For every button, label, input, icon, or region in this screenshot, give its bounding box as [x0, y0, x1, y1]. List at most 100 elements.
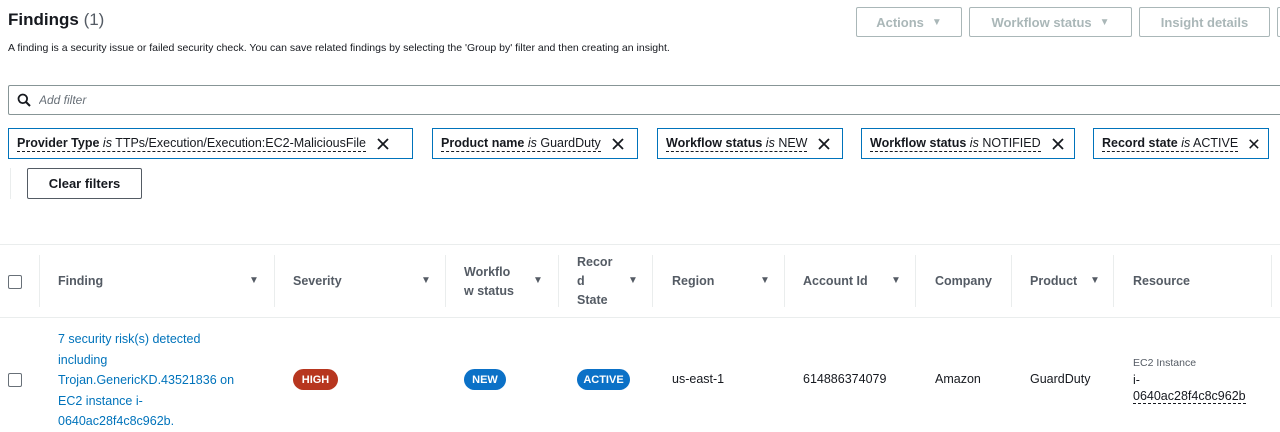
page-title-text: Findings [8, 10, 79, 29]
select-all-checkbox[interactable] [8, 275, 22, 289]
filter-operator: is [765, 135, 775, 150]
column-separator [1011, 255, 1012, 307]
close-icon[interactable] [817, 137, 831, 151]
column-header-line: Recor [577, 255, 613, 269]
column-separator [445, 255, 446, 307]
severity-badge: HIGH [293, 369, 338, 390]
add-filter-input[interactable] [39, 93, 439, 107]
sort-caret-icon[interactable]: ▼ [891, 275, 901, 286]
filter-value: ACTIVE [1193, 135, 1239, 150]
record-state-badge: ACTIVE [577, 369, 630, 390]
findings-count: (1) [83, 10, 105, 29]
filter-value: NEW [778, 135, 808, 150]
row-select-checkbox[interactable] [8, 373, 22, 387]
filter-value: NOTIFIED [982, 135, 1041, 150]
divider [10, 168, 11, 199]
column-header-workflow-status[interactable]: Workflo w status [464, 245, 514, 318]
filter-chip-workflow-new[interactable]: Workflow status is NEW [657, 128, 843, 159]
filter-chip-text: Record state is ACTIVE [1102, 135, 1239, 152]
region-cell: us-east-1 [672, 372, 725, 386]
finding-title-line: including [58, 352, 108, 367]
filter-field: Record state [1102, 135, 1178, 150]
column-separator [1271, 255, 1272, 307]
filter-field: Product name [441, 135, 525, 150]
resource-id-line: 0640ac28f4c8c962b [1133, 389, 1246, 404]
page-description: A finding is a security issue or failed … [8, 42, 670, 54]
table-header: Finding ▼ Severity ▼ Workflo w status ▼ R… [0, 245, 1280, 318]
filter-field: Workflow status [666, 135, 763, 150]
close-icon[interactable] [1248, 137, 1260, 151]
sort-caret-icon[interactable]: ▼ [249, 275, 259, 286]
finding-title-line: EC2 instance i- [58, 393, 143, 408]
column-header-label: Severity [293, 274, 342, 288]
resource-id-link[interactable]: i- 0640ac28f4c8c962b [1133, 372, 1246, 404]
filter-chip-record-state[interactable]: Record state is ACTIVE [1093, 128, 1269, 159]
column-header-finding[interactable]: Finding [58, 245, 103, 318]
finding-title-link[interactable]: 7 security risk(s) detected including Tr… [58, 329, 258, 432]
filter-value: TTPs/Execution/Execution:EC2-MaliciousFi… [115, 135, 366, 150]
page-header: Findings (1) [8, 10, 104, 30]
actions-button[interactable]: Actions ▼ [856, 7, 962, 37]
insight-details-button[interactable]: Insight details [1139, 7, 1270, 37]
close-icon[interactable] [1051, 137, 1065, 151]
filter-search-bar[interactable] [8, 85, 1280, 115]
column-header-label: Finding [58, 274, 104, 288]
filter-chip-text: Workflow status is NEW [666, 135, 808, 152]
column-header-company[interactable]: Company [935, 245, 992, 318]
filter-operator: is [102, 135, 112, 150]
sort-caret-icon[interactable]: ▼ [421, 275, 431, 286]
column-header-severity[interactable]: Severity [293, 245, 342, 318]
sort-caret-icon[interactable]: ▼ [760, 275, 770, 286]
product-cell: GuardDuty [1030, 372, 1091, 386]
column-separator [652, 255, 653, 307]
column-header-resource[interactable]: Resource [1133, 245, 1190, 318]
column-header-label: Region [672, 274, 715, 288]
workflow-status-badge: NEW [464, 369, 506, 390]
resource-id-line: i- [1133, 373, 1140, 387]
filter-chip-product-name[interactable]: Product name is GuardDuty [432, 128, 638, 159]
finding-title-line: 7 security risk(s) detected [58, 332, 201, 346]
filter-operator: is [1181, 135, 1191, 150]
column-header-line: Workflo [464, 264, 511, 279]
sort-caret-icon[interactable]: ▼ [533, 275, 543, 286]
filter-value: GuardDuty [540, 135, 601, 150]
company-cell: Amazon [935, 372, 981, 386]
filter-field: Workflow status [870, 135, 967, 150]
page-title: Findings (1) [8, 10, 104, 29]
sort-caret-icon[interactable]: ▼ [628, 275, 638, 286]
column-header-label: Resource [1133, 274, 1190, 288]
filter-field: Provider Type [17, 135, 100, 150]
filter-chip-provider-type[interactable]: Provider Type is TTPs/Execution/Executio… [8, 128, 413, 159]
filter-chip-text: Workflow status is NOTIFIED [870, 136, 1041, 152]
column-header-region[interactable]: Region [672, 245, 714, 318]
column-header-label: Account Id [803, 274, 868, 288]
finding-title-line: Trojan.GenericKD.43521836 on [58, 373, 235, 387]
column-header-record-state[interactable]: Recor d State [577, 245, 612, 318]
account-id-cell: 614886374079 [803, 372, 887, 386]
sort-caret-icon[interactable]: ▼ [1090, 275, 1100, 286]
caret-down-icon: ▼ [1099, 16, 1110, 28]
column-header-label: Recor d State [577, 253, 612, 310]
filter-operator: is [527, 135, 537, 150]
column-separator [915, 255, 916, 307]
caret-down-icon: ▼ [931, 16, 942, 28]
column-header-product[interactable]: Product [1030, 245, 1077, 318]
close-icon[interactable] [376, 137, 390, 151]
column-separator [558, 255, 559, 307]
column-header-line: State [577, 293, 608, 307]
column-separator [274, 255, 275, 307]
clear-filters-button[interactable]: Clear filters [27, 168, 142, 199]
actions-button-label: Actions [876, 14, 924, 30]
insight-details-button-label: Insight details [1160, 14, 1249, 30]
column-header-account-id[interactable]: Account Id [803, 245, 868, 318]
workflow-status-button-label: Workflow status [991, 14, 1092, 30]
filter-operator: is [969, 135, 979, 150]
workflow-status-button[interactable]: Workflow status ▼ [969, 7, 1132, 37]
finding-title-line: 0640ac28f4c8c962b. [58, 414, 175, 428]
column-header-label: Workflo w status [464, 263, 514, 301]
close-icon[interactable] [611, 137, 625, 151]
column-separator [39, 255, 40, 307]
filter-chip-workflow-notified[interactable]: Workflow status is NOTIFIED [861, 128, 1075, 159]
column-header-label: Product [1030, 274, 1078, 288]
column-separator [784, 255, 785, 307]
